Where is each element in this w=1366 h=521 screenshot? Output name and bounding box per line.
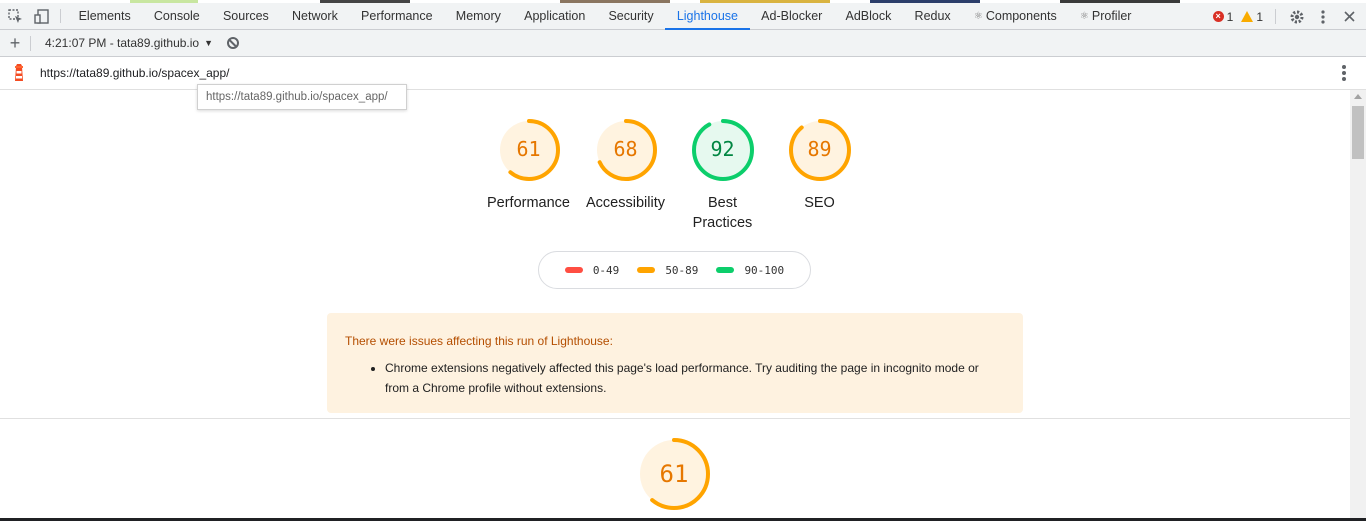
warning-counter[interactable]: 1 — [1241, 10, 1263, 24]
performance-section-gauge: 61 — [636, 436, 712, 512]
react-icon: ⚛ — [973, 10, 983, 22]
tab-lighthouse[interactable]: Lighthouse — [665, 3, 750, 30]
error-count: 1 — [1226, 9, 1234, 24]
tab-application[interactable]: Application — [513, 3, 597, 29]
gauge-accessibility[interactable]: 68 Accessibility — [577, 117, 674, 213]
tab-adblock[interactable]: AdBlock — [834, 3, 903, 29]
legend-item-fail: 0-49 — [564, 263, 620, 277]
scroll-thumb[interactable] — [1352, 106, 1364, 159]
tab-ad-blocker[interactable]: Ad-Blocker — [750, 3, 834, 29]
legend-item-pass: 90-100 — [716, 264, 784, 277]
legend-label: 90-100 — [744, 263, 785, 277]
report-menu-icon[interactable] — [1342, 65, 1346, 83]
warning-icon — [1241, 11, 1254, 22]
gauge-seo[interactable]: 89 SEO — [771, 117, 868, 213]
performance-section-score: 61 — [659, 460, 689, 488]
devtools-tabs: Elements Console Sources Network Performance… — [67, 3, 1143, 30]
run-warnings-box: There were issues affecting this run of … — [327, 313, 1023, 413]
toolbar-divider — [1275, 9, 1276, 24]
tab-components[interactable]: ⚛ Components — [962, 3, 1068, 29]
tab-label: Lighthouse — [676, 9, 738, 23]
tab-label: Profiler — [1091, 9, 1132, 23]
legend-item-average: 50-89 — [637, 264, 698, 277]
error-icon: × — [1212, 11, 1224, 22]
tab-elements[interactable]: Elements — [67, 3, 142, 29]
legend-swatch — [716, 267, 735, 273]
tab-sources[interactable]: Sources — [211, 3, 280, 29]
inspect-element-icon[interactable] — [2, 3, 28, 29]
lighthouse-report: 61 Performance 68 Accessibility 92 Best Pract… — [0, 90, 1350, 521]
gauge-label: Accessibility — [586, 195, 665, 211]
tab-label: Ad-Blocker — [761, 9, 823, 23]
react-icon: ⚛ — [1079, 10, 1089, 22]
section-divider — [0, 418, 1350, 419]
gauge-label: Best Practices — [692, 195, 753, 231]
warning-count: 1 — [1256, 9, 1263, 24]
tab-performance[interactable]: Performance — [349, 3, 444, 29]
more-options-icon[interactable] — [1310, 9, 1336, 24]
lighthouse-logo-icon — [15, 64, 23, 81]
tab-label: AdBlock — [845, 9, 892, 23]
tab-label: Console — [153, 9, 200, 23]
tab-label: Redux — [914, 9, 951, 23]
toolbar-divider — [60, 9, 61, 23]
tab-redux[interactable]: Redux — [903, 3, 962, 29]
tab-network[interactable]: Network — [280, 3, 349, 29]
gauge-best-practices[interactable]: 92 Best Practices — [674, 117, 771, 233]
device-toolbar-icon[interactable] — [28, 3, 54, 29]
tab-memory[interactable]: Memory — [444, 3, 512, 29]
tab-label: Memory — [455, 9, 501, 23]
lighthouse-toolbar: + 4:21:07 PM - tata89.github.io ▼ — [0, 30, 1366, 57]
tab-label: Network — [292, 9, 338, 23]
tab-profiler[interactable]: ⚛ Profiler — [1068, 3, 1143, 29]
tab-label: Performance — [361, 9, 433, 23]
report-scrollbar[interactable] — [1350, 90, 1366, 521]
warning-title: There were issues affecting this run of … — [345, 334, 613, 348]
gauge-performance[interactable]: 61 Performance — [480, 117, 577, 213]
devtools-right-controls: × 1 1 — [1212, 3, 1366, 30]
legend-swatch — [564, 267, 583, 273]
legend-label: 50-89 — [665, 263, 699, 277]
warning-item: Chrome extensions negatively affected th… — [385, 358, 1005, 398]
gauge-score: 68 — [613, 137, 638, 161]
report-selector[interactable]: 4:21:07 PM - tata89.github.io ▼ — [31, 36, 213, 50]
tab-console[interactable]: Console — [142, 3, 211, 29]
legend-swatch — [637, 267, 656, 273]
settings-gear-icon[interactable] — [1284, 9, 1310, 25]
tab-security[interactable]: Security — [597, 3, 665, 29]
close-devtools-icon[interactable] — [1336, 11, 1362, 22]
report-selector-label: 4:21:07 PM - tata89.github.io — [45, 36, 200, 50]
gauge-score: 61 — [516, 137, 541, 161]
url-tooltip: https://tata89.github.io/spacex_app/ — [197, 84, 407, 110]
report-url-link[interactable]: https://tata89.github.io/spacex_app/ — [40, 66, 229, 80]
clear-reports-icon[interactable] — [227, 37, 240, 49]
gauge-label: Performance — [486, 195, 570, 211]
tab-label: Components — [985, 9, 1057, 23]
tab-label: Elements — [78, 9, 131, 23]
gauge-score: 89 — [807, 137, 832, 161]
new-report-icon[interactable]: + — [0, 30, 30, 57]
scroll-up-arrow-icon[interactable] — [1354, 94, 1362, 99]
legend-label: 0-49 — [592, 263, 620, 277]
dropdown-arrow-icon: ▼ — [204, 38, 214, 48]
tab-label: Sources — [222, 9, 269, 23]
gauge-label: SEO — [804, 195, 835, 211]
tab-label: Security — [608, 9, 654, 23]
score-scale-legend: 0-49 50-89 90-100 — [538, 251, 811, 289]
devtools-tab-bar: Elements Console Sources Network Performance… — [0, 3, 1366, 30]
tab-label: Application — [524, 9, 586, 23]
score-gauges: 61 Performance 68 Accessibility 92 Best Pract… — [480, 117, 880, 237]
warning-list: Chrome extensions negatively affected th… — [385, 358, 1005, 398]
error-counter[interactable]: × 1 — [1212, 9, 1234, 24]
gauge-score: 92 — [710, 137, 735, 161]
